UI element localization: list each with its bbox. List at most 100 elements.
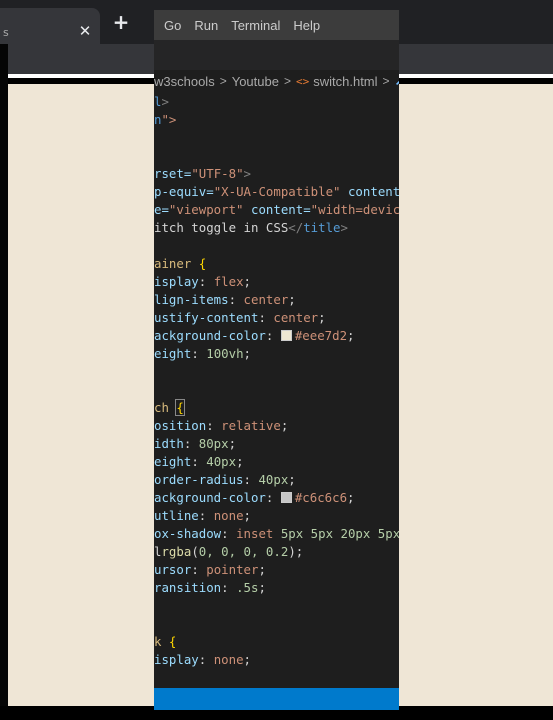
code-token: : [191, 346, 207, 361]
code-token: : [191, 454, 207, 469]
code-line: isplay: none; [154, 651, 399, 669]
color-swatch-icon[interactable] [280, 330, 292, 341]
code-line: eight: 100vh; [154, 345, 399, 363]
code-token: : [198, 508, 214, 523]
code-token: 40px [206, 454, 237, 469]
code-line: p-equiv="X-UA-Compatible" content= [154, 183, 399, 201]
code-token: ; [258, 562, 266, 577]
symbol-cube-icon[interactable] [395, 77, 399, 85]
code-line: e="viewport" content="width=device [154, 201, 399, 219]
code-line: ch { [154, 399, 399, 417]
code-token: center [243, 292, 289, 307]
code-line: ainer { [154, 255, 399, 273]
code-token: none [213, 652, 244, 667]
code-line: ustify-content: center; [154, 309, 399, 327]
code-token: e= [154, 202, 169, 217]
code-token: 0, 0, 0, 0.2 [198, 544, 289, 559]
code-line: ackground-color: #c6c6c6; [154, 489, 399, 507]
code-token: order-radius [154, 472, 244, 487]
code-token: rgba [161, 544, 192, 559]
code-token: : [206, 418, 222, 433]
code-token: ackground-color [154, 328, 266, 343]
code-token: .5s [236, 580, 259, 595]
new-tab-icon[interactable]: + [112, 12, 130, 32]
code-token: 40px [258, 472, 289, 487]
breadcrumb-separator: > [382, 74, 390, 88]
code-line: itch toggle in CSS</title> [154, 219, 399, 237]
code-line: order-radius: 40px; [154, 471, 399, 489]
code-token: 5px 5px 20px 5px [280, 526, 399, 541]
breadcrumb-folder-youtube[interactable]: Youtube [232, 74, 279, 89]
code-token: ox-shadow [154, 526, 222, 541]
code-token: #eee7d2 [294, 328, 348, 343]
code-token: ; [243, 274, 251, 289]
code-token: ransition [154, 580, 222, 595]
code-token: center [273, 310, 319, 325]
code-line: ackground-color: #eee7d2; [154, 327, 399, 345]
code-token: lign-items [154, 292, 229, 307]
menu-run[interactable]: Run [184, 18, 218, 33]
menu-go[interactable]: Go [154, 18, 181, 33]
code-token: ch [154, 400, 177, 415]
code-token: relative [221, 418, 281, 433]
code-token: ; [288, 472, 296, 487]
color-swatch-icon[interactable] [280, 492, 292, 503]
code-token: rset= [154, 166, 192, 181]
code-line: utline: none; [154, 507, 399, 525]
code-line: rset="UTF-8"> [154, 165, 399, 183]
menu-terminal[interactable]: Terminal [221, 18, 280, 33]
code-line: lrgba(0, 0, 0, 0.2); [154, 543, 399, 561]
breadcrumb-folder-w3schools[interactable]: w3schools [154, 74, 215, 89]
code-token: ; [347, 490, 355, 505]
menu-help[interactable]: Help [283, 18, 320, 33]
code-token: #c6c6c6 [294, 490, 348, 505]
code-token: k [154, 634, 169, 649]
close-tab-icon[interactable]: ✕ [78, 24, 92, 39]
code-token: : [221, 526, 237, 541]
code-token: ; [243, 508, 251, 523]
code-token: eight [154, 346, 192, 361]
code-area[interactable]: l> n"> rset="UTF-8"> p-equiv="X-UA-Compati… [154, 93, 399, 669]
code-editor-window: Go Run Terminal Help w3schools > Youtube… [154, 10, 399, 710]
code-token: eight [154, 454, 192, 469]
html-file-icon: <> [295, 74, 310, 88]
breadcrumb-separator: > [283, 74, 291, 88]
code-token: ; [318, 310, 326, 325]
code-line: eight: 40px; [154, 453, 399, 471]
code-token: ; [347, 328, 355, 343]
code-token: inset [236, 526, 281, 541]
code-token: : [198, 274, 214, 289]
breadcrumb: w3schools > Youtube > <> switch.html > [154, 70, 399, 92]
breadcrumb-file[interactable]: switch.html [313, 74, 377, 89]
code-line: l> [154, 93, 399, 111]
status-bar [154, 688, 399, 710]
code-token: ; [243, 652, 251, 667]
code-token: </ [288, 220, 304, 235]
code-token: { [168, 634, 177, 649]
tab-title-fragment: s [3, 26, 9, 39]
code-token: title [303, 220, 341, 235]
code-line: ransition: .5s; [154, 579, 399, 597]
code-token: { [198, 256, 207, 271]
code-token: ; [258, 580, 266, 595]
code-token: isplay [154, 274, 199, 289]
browser-tab[interactable]: s ✕ [0, 8, 100, 44]
code-line: ox-shadow: inset 5px 5px 20px 5px [154, 525, 399, 543]
code-token: utline [154, 508, 199, 523]
code-token: : [228, 292, 244, 307]
code-token: : [183, 436, 199, 451]
code-token: none [213, 508, 244, 523]
code-token: "viewport" [168, 202, 244, 217]
code-token: pointer [206, 562, 259, 577]
code-token: : [198, 652, 214, 667]
breadcrumb-separator: > [219, 74, 227, 88]
code-token: ainer [154, 256, 199, 271]
code-token: ; [243, 346, 252, 361]
code-token: ); [288, 544, 304, 559]
code-token: ; [228, 436, 237, 451]
code-token: ackground-color [154, 490, 266, 505]
code-token: "width=device [310, 202, 399, 217]
